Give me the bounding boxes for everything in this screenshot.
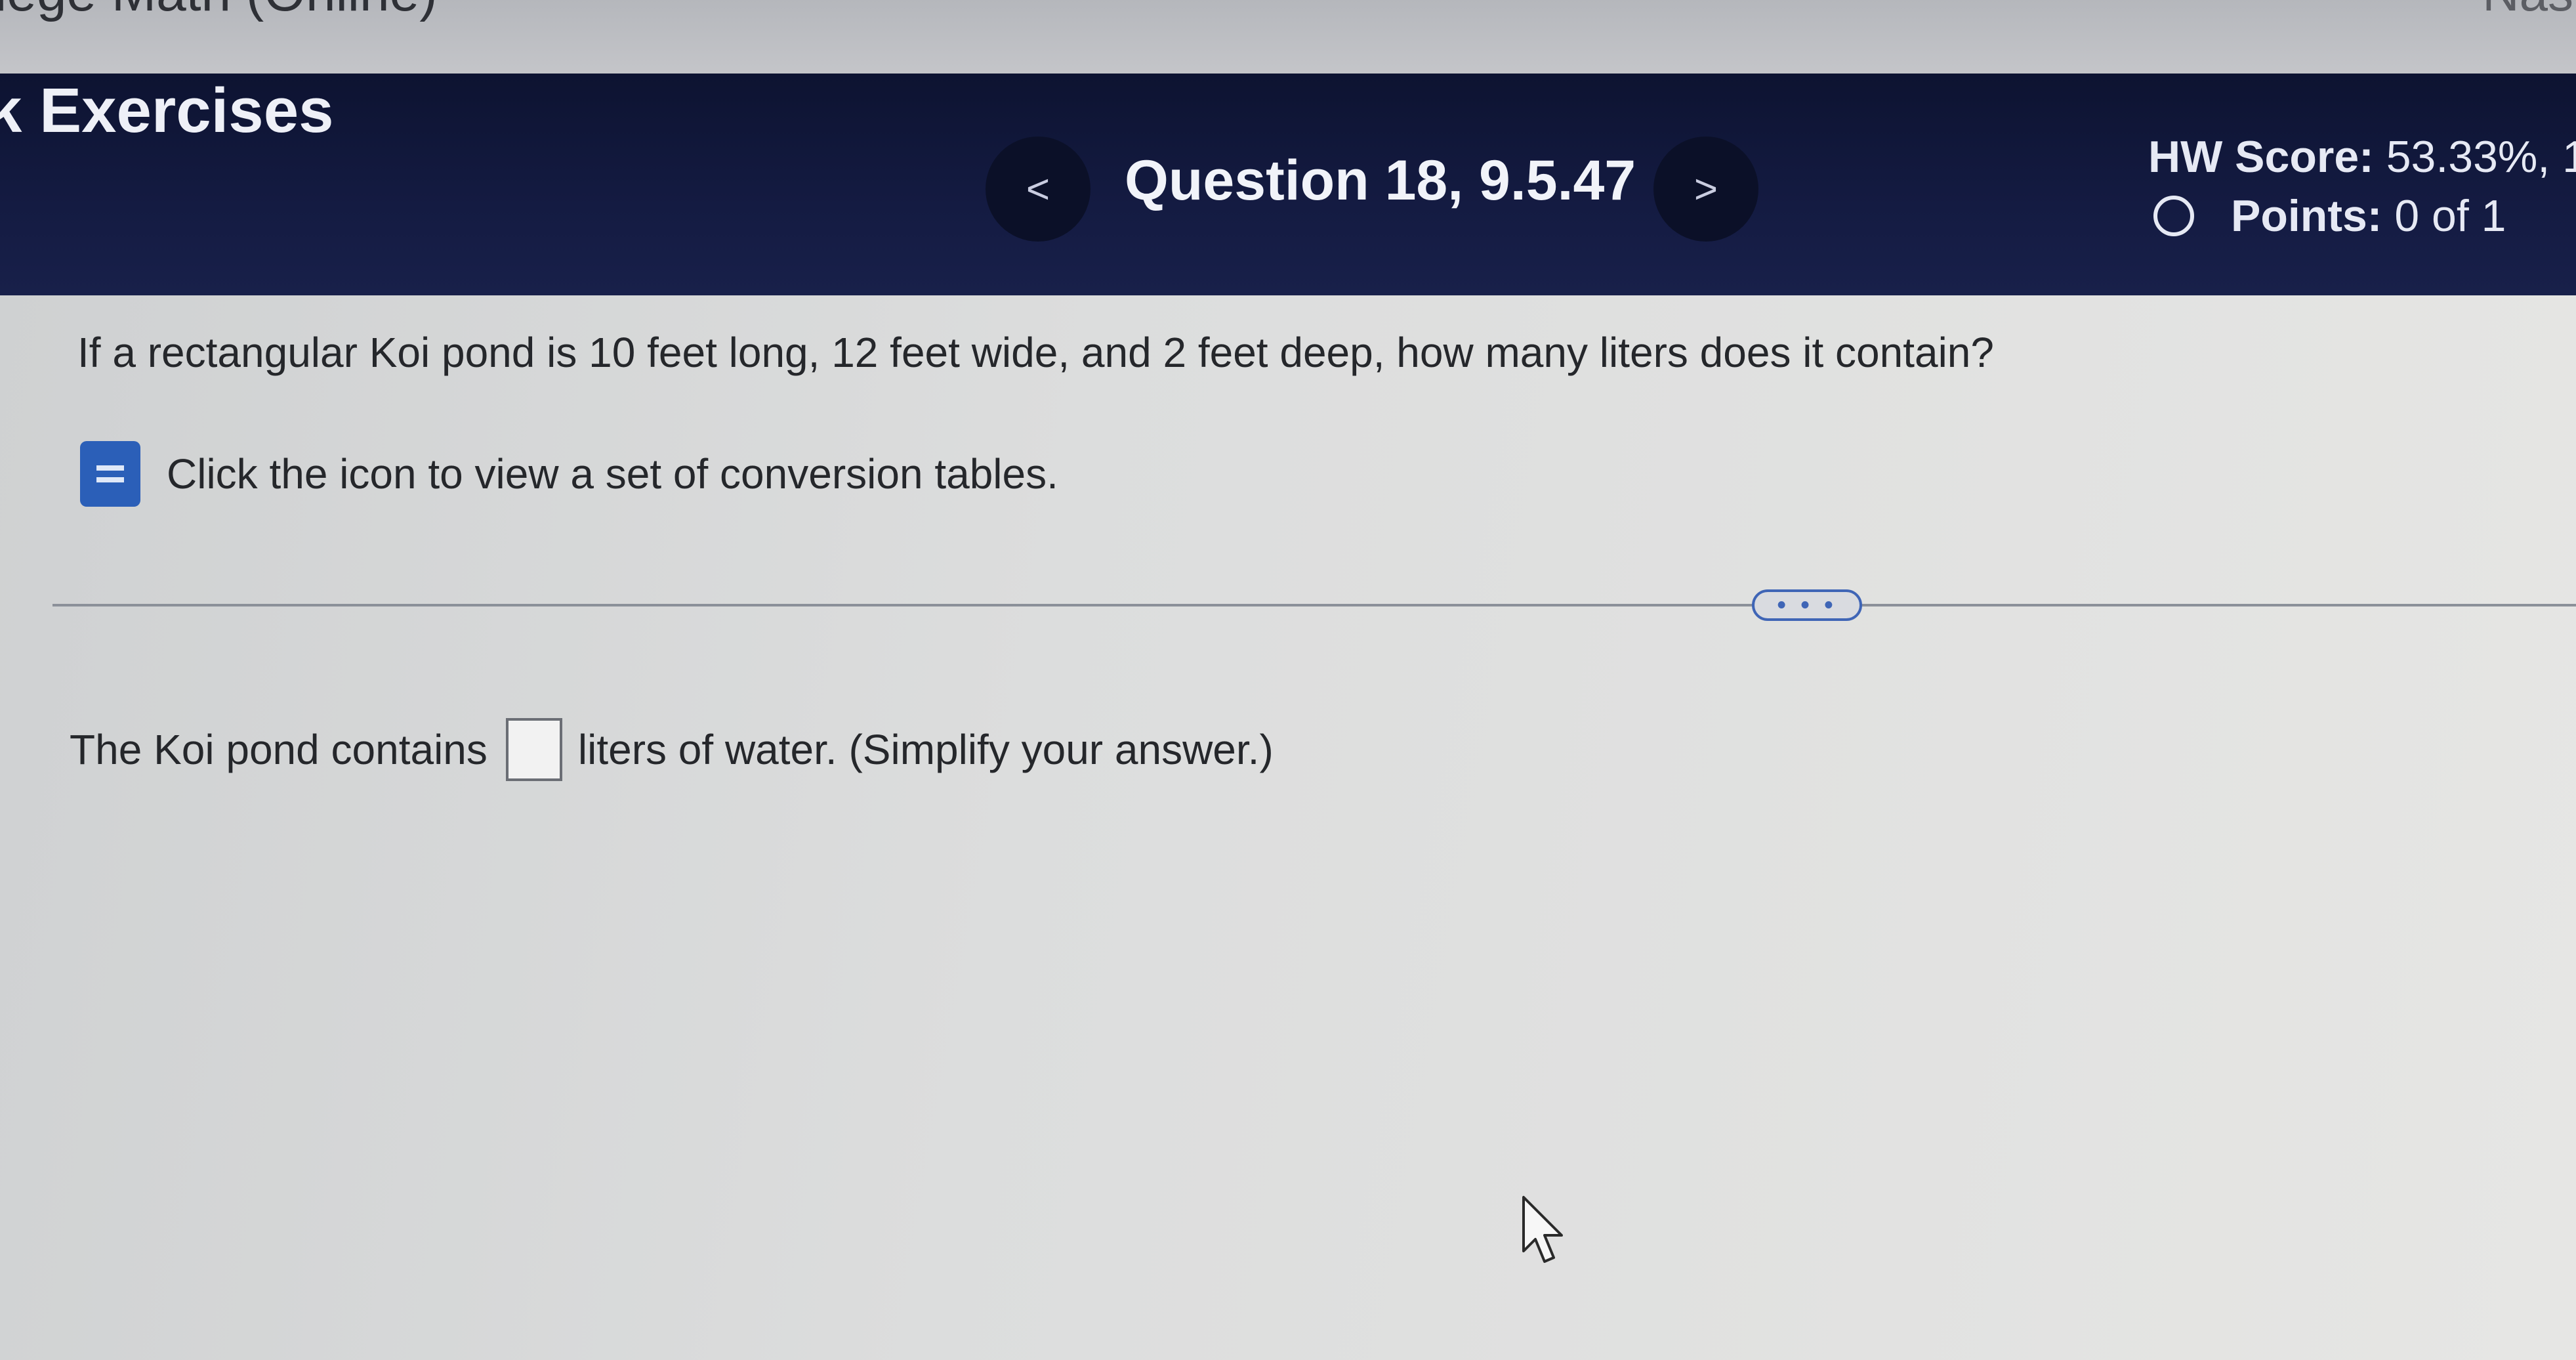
answer-row: The Koi pond contains liters of water. (… <box>70 718 1274 781</box>
answer-input[interactable] <box>505 718 562 781</box>
hw-score-value: 53.33%, 1 <box>2386 132 2576 182</box>
answer-prefix: The Koi pond contains <box>70 726 488 773</box>
conversion-tables-row: Click the icon to view a set of conversi… <box>80 441 1058 507</box>
circle-icon <box>2153 196 2194 236</box>
answer-suffix: liters of water. (Simplify your answer.) <box>577 726 1274 773</box>
conversion-tables-text: Click the icon to view a set of conversi… <box>167 450 1058 498</box>
course-title: lege Math (Online) <box>0 0 438 24</box>
question-text: If a rectangular Koi pond is 10 feet lon… <box>77 329 1994 376</box>
points: Points: 0 of 1 <box>2153 190 2506 242</box>
section-title: k Exercises <box>0 75 334 146</box>
points-label: Points: <box>2231 191 2382 241</box>
table-icon[interactable] <box>80 441 140 507</box>
chevron-right-icon: > <box>1693 166 1718 212</box>
next-question-button[interactable]: > <box>1653 137 1758 242</box>
chevron-left-icon: < <box>1026 166 1050 212</box>
user-name[interactable]: Nas <box>2482 0 2573 23</box>
top-strip: lege Math (Online) Nas <box>0 0 2576 74</box>
divider <box>52 604 2576 606</box>
mouse-pointer-icon <box>1522 1196 1563 1263</box>
question-title: Question 18, 9.5.47 <box>1125 149 1636 212</box>
expand-more-button[interactable]: • • • <box>1752 589 1862 621</box>
points-value: 0 of 1 <box>2394 191 2506 241</box>
previous-question-button[interactable]: < <box>986 137 1091 242</box>
hw-score: HW Score: 53.33%, 1 <box>2148 131 2576 182</box>
hw-score-label: HW Score: <box>2148 132 2374 182</box>
